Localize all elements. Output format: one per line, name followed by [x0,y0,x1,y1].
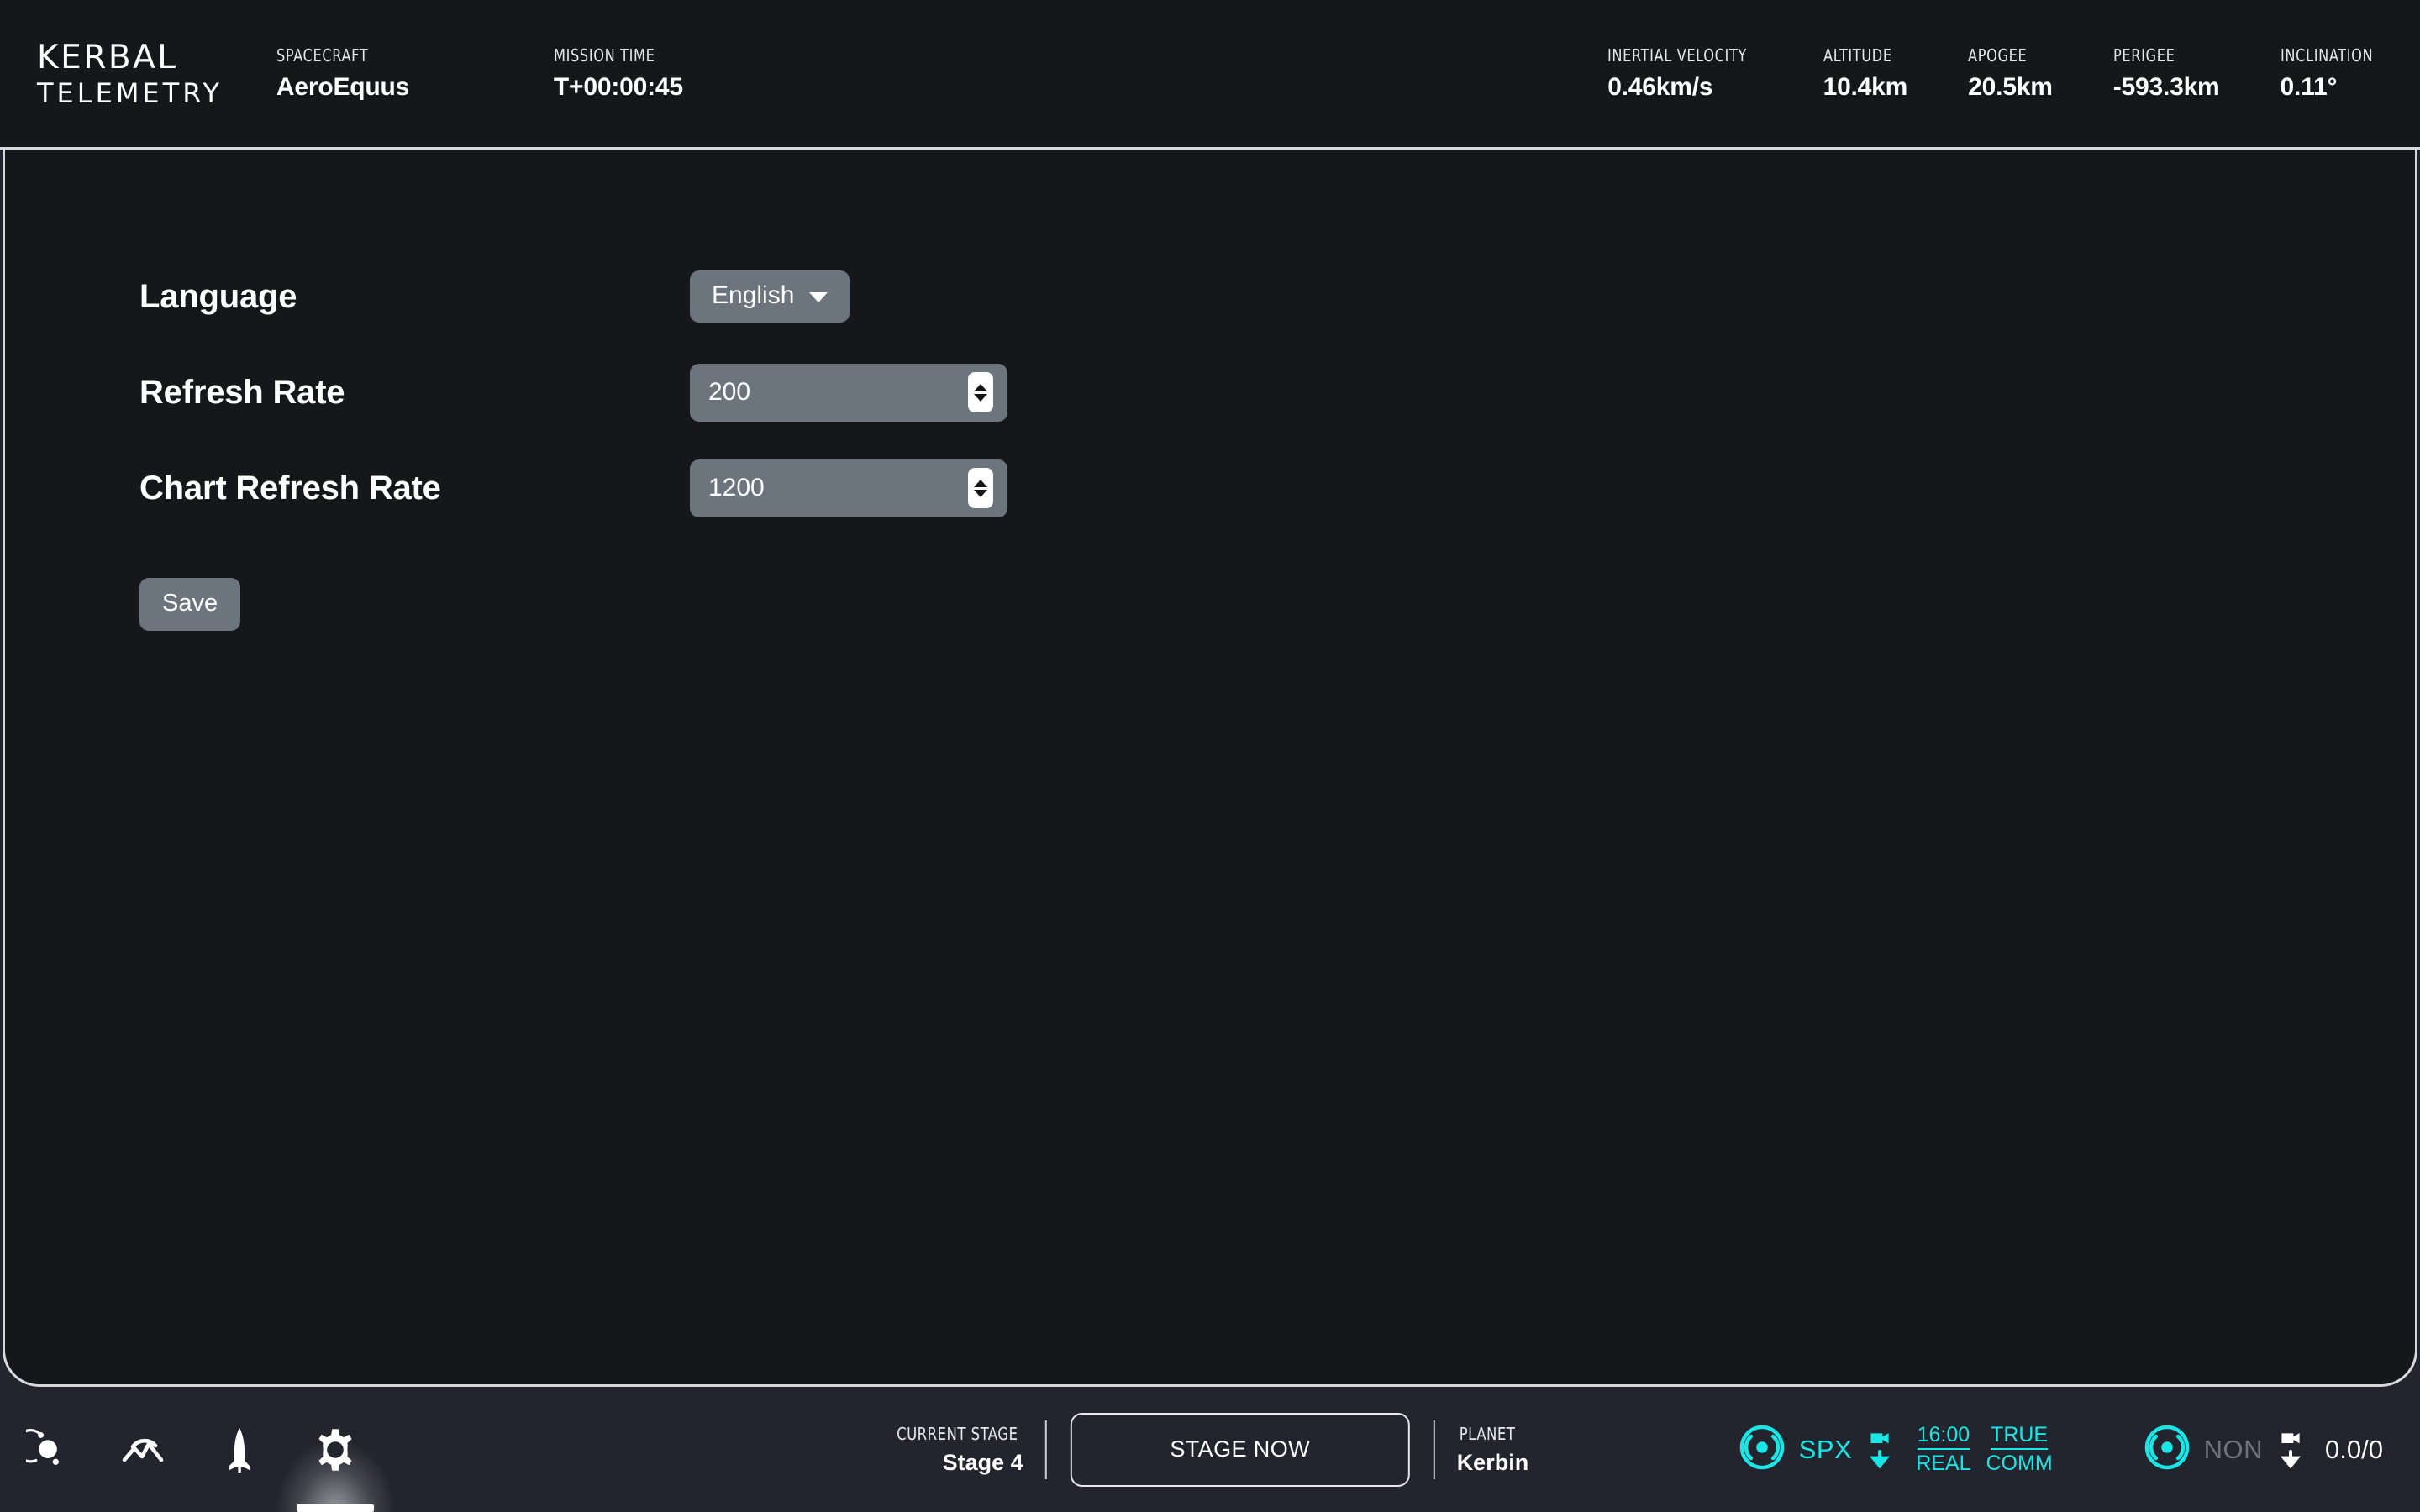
chart-icon [120,1428,167,1472]
language-label: Language [139,278,690,316]
save-button[interactable]: Save [139,578,240,631]
settings-panel: Language English Refresh Rate 200 [3,150,2417,1387]
nav-icon-group [0,1387,383,1512]
metric-value: 0.46km/s [1607,73,1762,102]
divider [1045,1420,1047,1479]
metric-label: APOGEE [1968,45,2044,66]
app-root: KERBAL TELEMETRY SPACECRAFT AeroEquus MI… [0,0,2420,1512]
spacecraft-value: AeroEquus [276,73,453,102]
stage-now-button[interactable]: STAGE NOW [1071,1413,1410,1487]
chart-refresh-rate-label: Chart Refresh Rate [139,470,690,507]
signal-down-icon [1869,1430,1891,1470]
nav-item-vessel[interactable] [192,1387,287,1512]
chevron-down-icon[interactable] [974,490,987,497]
metric-label: ALTITUDE [1823,45,1900,66]
telemetry-metrics: INERTIAL VELOCITY 0.46km/s ALTITUDE 10.4… [1607,45,2383,102]
spacecraft-field: SPACECRAFT AeroEquus [276,45,453,102]
chart-refresh-rate-input[interactable]: 1200 [690,459,1007,517]
metric-value: 0.11° [2281,73,2383,102]
language-select-value: English [712,283,794,308]
setting-row-chart-refresh-rate: Chart Refresh Rate 1200 [139,440,2415,536]
mission-time-field: MISSION TIME T+00:00:45 [554,45,772,102]
comm-secondary-ratio: 0.0/0 [2325,1435,2383,1465]
comm-primary-name: SPX [1799,1435,1853,1465]
metric-apogee: APOGEE 20.5km [1968,45,2053,102]
bottom-toolbar: CURRENT STAGE Stage 4 STAGE NOW PLANET K… [0,1387,2420,1512]
refresh-rate-value: 200 [708,380,750,405]
metric-altitude: ALTITUDE 10.4km [1823,45,1908,102]
brand-line-kerbal: KERBAL [37,41,223,74]
comm-time-mode: REAL [1916,1450,1970,1475]
refresh-rate-stepper[interactable] [968,372,993,412]
mission-time-label: MISSION TIME [554,45,750,66]
planet-value: Kerbin [1457,1450,1529,1476]
planet-label: PLANET [1460,1424,1516,1444]
metric-inclination: INCLINATION 0.11° [2281,45,2383,102]
comm-mode-block: TRUE COMM [1986,1424,2053,1475]
brand-line-telemetry: TELEMETRY [37,80,223,107]
app-header: KERBAL TELEMETRY SPACECRAFT AeroEquus MI… [0,0,2420,150]
chevron-up-icon[interactable] [974,480,987,487]
comm-status-group: SPX 16:00 REAL TRUE COMM [1739,1424,2383,1475]
nav-item-settings[interactable] [287,1387,383,1512]
chevron-up-icon[interactable] [974,384,987,391]
chevron-down-icon [809,292,828,302]
refresh-rate-label: Refresh Rate [139,374,690,412]
setting-row-refresh-rate: Refresh Rate 200 [139,344,2415,440]
comm-time: 16:00 [1918,1424,1970,1450]
spacecraft-label: SPACECRAFT [276,45,435,66]
comm-time-block: 16:00 REAL [1916,1424,1970,1475]
refresh-rate-input[interactable]: 200 [690,364,1007,422]
language-select[interactable]: English [690,270,850,323]
comm-mode: TRUE [1991,1424,2048,1450]
metric-label: INCLINATION [2281,45,2373,66]
metric-label: PERIGEE [2113,45,2209,66]
save-row: Save [139,578,2415,631]
nav-item-charts[interactable] [96,1387,192,1512]
metric-inertial-velocity: INERTIAL VELOCITY 0.46km/s [1607,45,1762,102]
current-stage-field: CURRENT STAGE Stage 4 [892,1424,1045,1476]
chevron-down-icon[interactable] [974,394,987,402]
chart-refresh-rate-stepper[interactable] [968,468,993,508]
comm-secondary[interactable]: NON [2144,1424,2263,1475]
rocket-icon [220,1426,259,1473]
brand-logo: KERBAL TELEMETRY [34,41,223,107]
metric-perigee: PERIGEE -593.3km [2113,45,2220,102]
main-area: Language English Refresh Rate 200 [0,150,2420,1387]
signal-target-icon [2144,1424,2191,1475]
signal-target-icon [1739,1424,1786,1475]
settings-form: Language English Refresh Rate 200 [5,150,2415,631]
stage-control-group: CURRENT STAGE Stage 4 STAGE NOW PLANET K… [892,1413,1528,1487]
comm-mode-sub: COMM [1986,1450,2053,1475]
planet-field: PLANET Kerbin [1435,1424,1529,1476]
metric-value: 20.5km [1968,73,2053,102]
chart-refresh-rate-value: 1200 [708,475,765,501]
orbit-icon [26,1428,70,1472]
metric-value: -593.3km [2113,73,2220,102]
comm-primary[interactable]: SPX [1739,1424,1853,1475]
metric-value: 10.4km [1823,73,1908,102]
nav-item-orbit[interactable] [0,1387,96,1512]
current-stage-value: Stage 4 [943,1450,1023,1476]
gear-icon [312,1426,359,1473]
signal-down-icon [2280,1430,2302,1470]
metric-label: INERTIAL VELOCITY [1607,45,1747,66]
comm-secondary-name: NON [2204,1435,2263,1465]
setting-row-language: Language English [139,249,2415,344]
current-stage-label: CURRENT STAGE [897,1424,1018,1444]
mission-time-value: T+00:00:45 [554,73,772,102]
